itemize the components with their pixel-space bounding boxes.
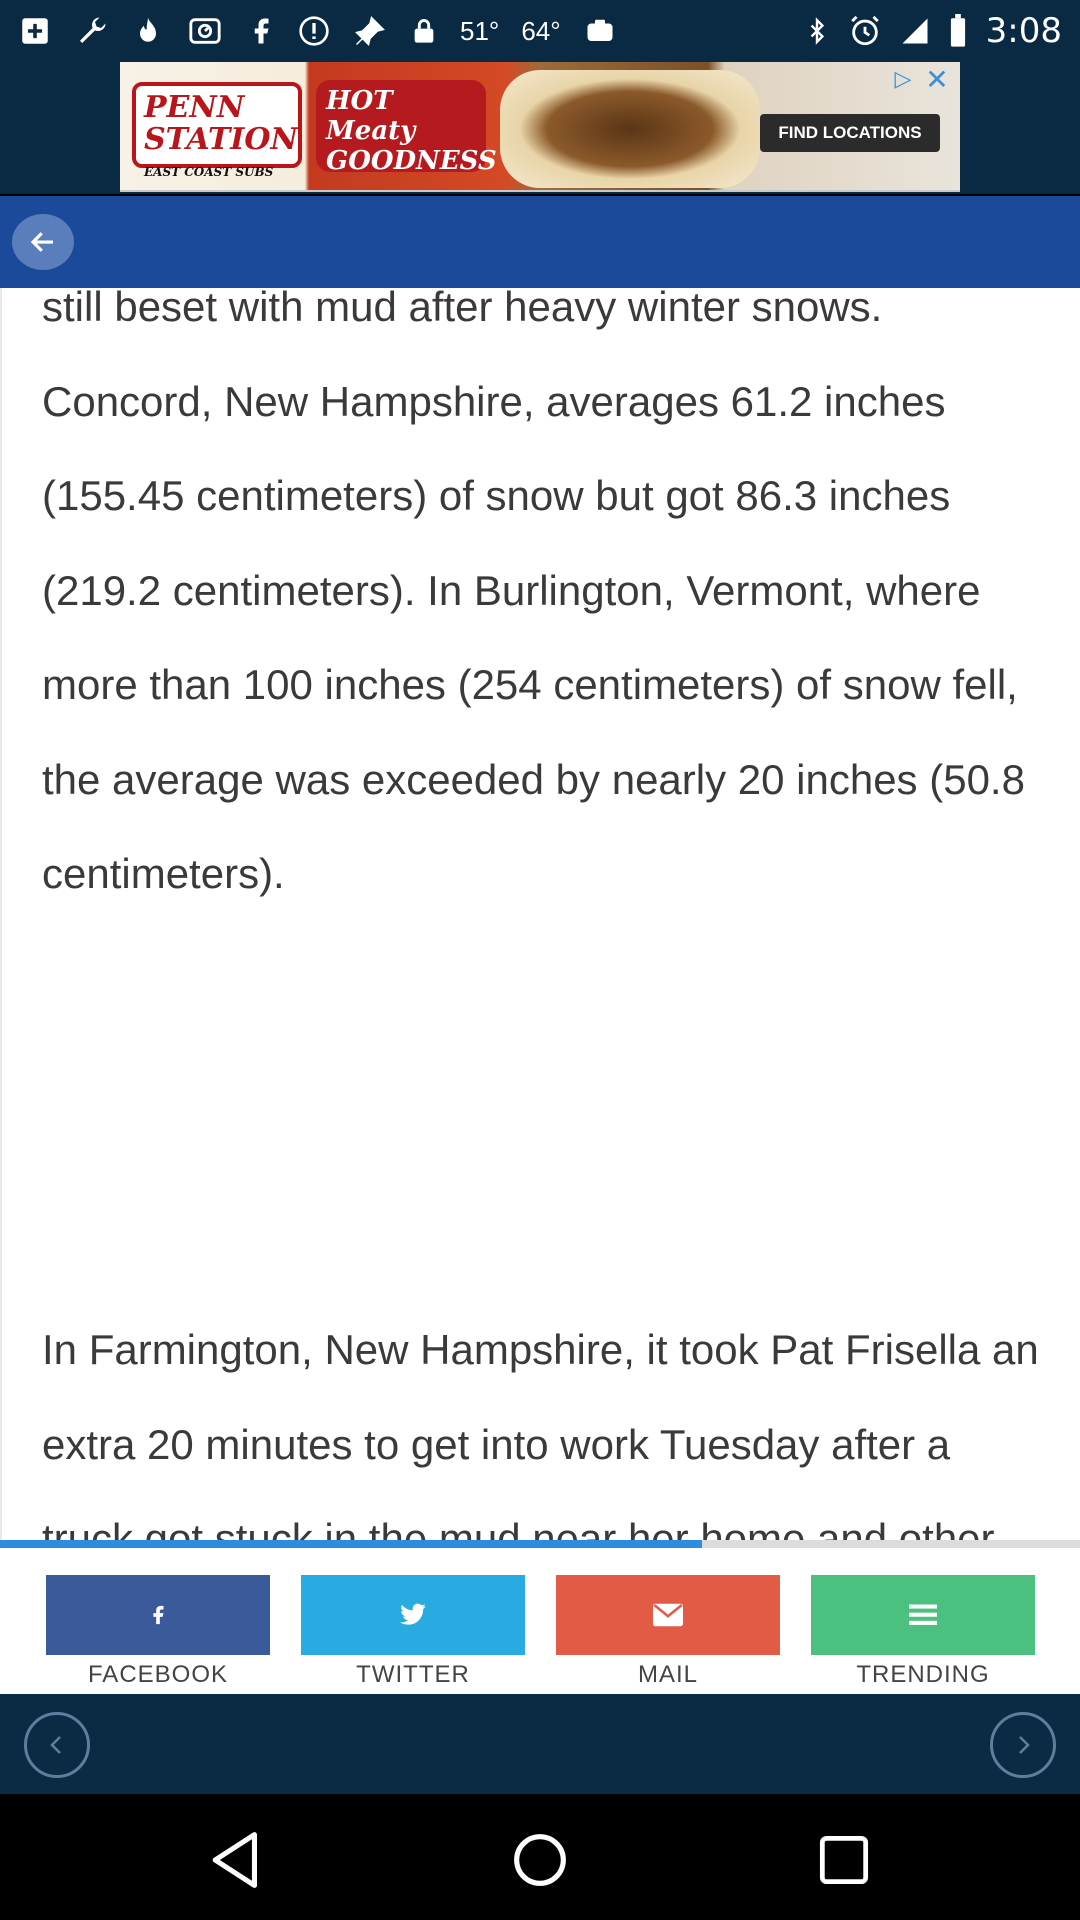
ad-brand-logo: PENN STATION EAST COAST SUBS xyxy=(132,82,302,179)
trending-share-button[interactable] xyxy=(811,1575,1035,1655)
triangle-back-icon xyxy=(212,1832,257,1888)
facebook-label: FACEBOOK xyxy=(87,1661,229,1688)
share-facebook[interactable]: FACEBOOK xyxy=(46,1575,270,1689)
square-recents-icon xyxy=(819,1835,869,1885)
article-body[interactable]: still beset with mud after heavy winter … xyxy=(0,288,1080,1540)
twitter-share-button[interactable] xyxy=(301,1575,525,1655)
bluetooth-icon xyxy=(810,17,824,45)
reading-progress-bar xyxy=(0,1540,1080,1548)
share-twitter[interactable]: TWITTER xyxy=(301,1575,525,1689)
share-mail[interactable]: MAIL xyxy=(556,1575,780,1689)
system-nav-bar xyxy=(0,1794,1080,1920)
chevron-left-icon xyxy=(50,1736,61,1754)
previous-article-button[interactable] xyxy=(24,1712,90,1778)
app-bar xyxy=(0,196,1080,288)
ad-close-icon[interactable]: ✕ xyxy=(922,64,952,95)
reading-progress-fill xyxy=(0,1540,702,1548)
fake-gps-icon xyxy=(355,16,385,46)
article-nav-bar xyxy=(0,1694,1080,1794)
article-paragraph: still beset with mud after heavy winter … xyxy=(42,288,1025,897)
system-status: 3:08 xyxy=(804,11,1062,51)
twitter-icon xyxy=(400,1603,426,1625)
share-trending[interactable]: TRENDING xyxy=(811,1575,1035,1689)
fire-icon xyxy=(140,17,156,42)
system-recents-button[interactable] xyxy=(804,1820,884,1900)
mail-share-button[interactable] xyxy=(556,1575,780,1655)
arrow-left-icon xyxy=(30,232,53,252)
twitter-label: TWITTER xyxy=(356,1661,470,1688)
camera-icon xyxy=(587,19,613,41)
ad-choices-icon[interactable]: ▷ xyxy=(890,66,916,92)
facebook-share-button[interactable] xyxy=(46,1575,270,1655)
battery-icon xyxy=(950,14,965,47)
article-paragraph: In Farmington, New Hampshire, it took Pa… xyxy=(42,1326,1039,1540)
facebook-icon xyxy=(153,1605,164,1625)
status-bar: 51° 64° 3:08 xyxy=(0,0,1080,62)
stopwatch-icon xyxy=(189,18,221,44)
facebook-icon xyxy=(254,18,269,44)
mail-icon xyxy=(653,1603,683,1627)
next-article-button[interactable] xyxy=(990,1712,1056,1778)
menu-icon xyxy=(909,1604,937,1625)
add-box-icon xyxy=(22,18,48,44)
circle-home-icon xyxy=(514,1834,566,1886)
system-back-button[interactable] xyxy=(196,1820,276,1900)
chevron-right-icon xyxy=(1019,1736,1030,1754)
ad-sandwich-image xyxy=(500,70,760,188)
back-button[interactable] xyxy=(12,214,74,270)
system-home-button[interactable] xyxy=(500,1820,580,1900)
weather-temp-2: 64° xyxy=(521,15,561,46)
alarm-icon xyxy=(850,15,879,46)
trending-label: TRENDING xyxy=(856,1661,990,1688)
lock-icon xyxy=(414,19,434,43)
mail-label: MAIL xyxy=(637,1661,698,1688)
signal-icon xyxy=(902,18,928,44)
wrench-icon xyxy=(80,17,106,43)
alert-icon xyxy=(299,16,329,46)
weather-temp-1: 51° xyxy=(460,15,500,46)
clock: 3:08 xyxy=(985,11,1062,51)
ad-banner[interactable]: PENN STATION EAST COAST SUBS HOT Meaty G… xyxy=(120,62,960,192)
share-bar: FACEBOOK TWITTER MAIL TRENDING xyxy=(0,1548,1080,1694)
ad-find-locations-button[interactable]: FIND LOCATIONS xyxy=(760,114,940,152)
ad-tagline: HOT Meaty GOODNESS xyxy=(316,80,497,176)
ad-area: PENN STATION EAST COAST SUBS HOT Meaty G… xyxy=(0,62,1080,194)
notification-icons: 51° 64° xyxy=(18,13,617,49)
